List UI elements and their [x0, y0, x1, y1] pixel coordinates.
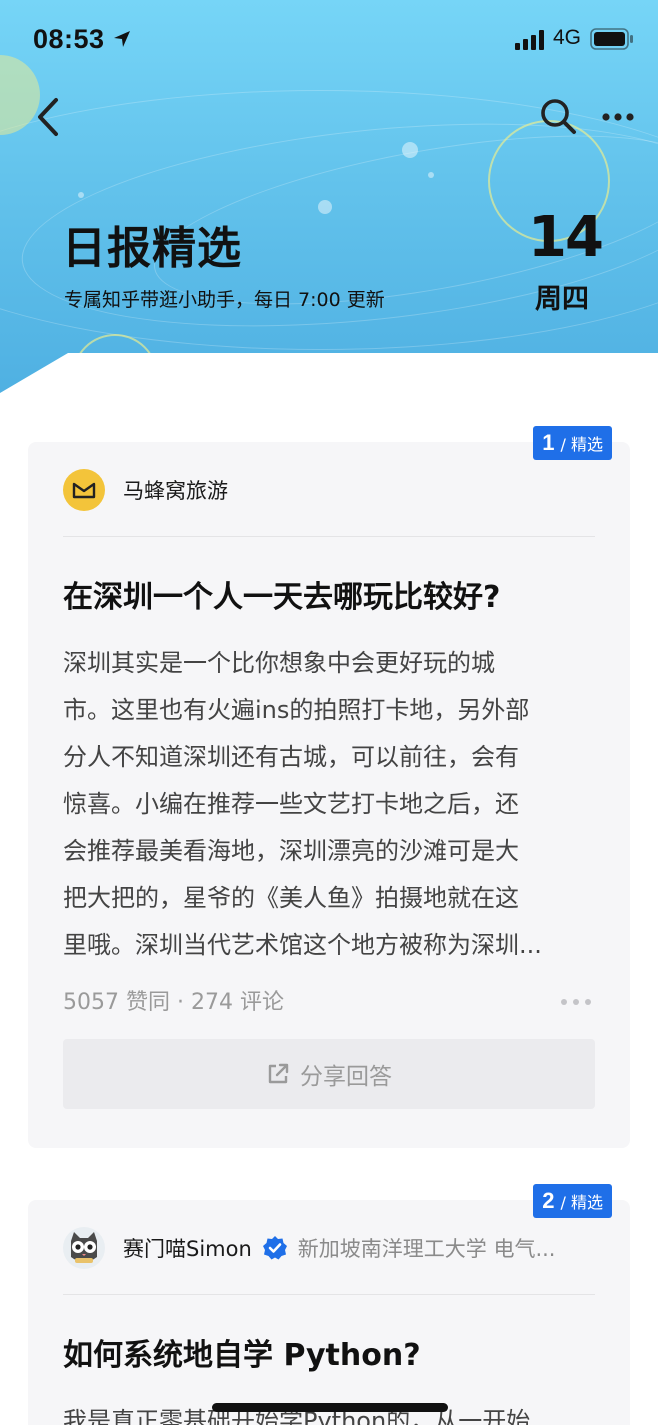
excerpt-line: 会推荐最美看海地，深圳漂亮的沙滩可是大: [63, 837, 519, 865]
share-answer-button[interactable]: 分享回答: [63, 1039, 595, 1109]
more-horizontal-icon[interactable]: [598, 104, 638, 130]
share-external-icon: [268, 1063, 289, 1084]
answer-card[interactable]: 1 / 精选 马蜂窝旅游 在深圳一个人一天去哪玩比较好? 深圳其实是一个比你想象…: [28, 426, 630, 1148]
status-time: 08:53: [33, 24, 105, 54]
signal-icon: [515, 30, 544, 50]
rank-label: / 精选: [560, 435, 603, 454]
question-title[interactable]: 在深圳一个人一天去哪玩比较好?: [63, 572, 500, 616]
excerpt-line: 市。这里也有火遍ins的拍照打卡地，另外部: [63, 696, 530, 724]
status-bar: 08:53 4G: [0, 22, 658, 62]
page-title: 日报精选: [62, 223, 242, 274]
author-description: 新加坡南洋理工大学 电气...: [297, 1237, 556, 1261]
verified-check-icon: [262, 1236, 287, 1260]
decor-dot: [402, 142, 418, 158]
excerpt-line: 惊喜。小编在推荐一些文艺打卡地之后，还: [63, 790, 519, 818]
question-title[interactable]: 如何系统地自学 Python?: [63, 1330, 421, 1374]
answer-stats: 5057 赞同 · 274 评论: [63, 990, 284, 1015]
cat-avatar-icon: [71, 1232, 97, 1263]
rank-number: 1: [542, 430, 555, 455]
author-row[interactable]: 马蜂窝旅游: [63, 468, 603, 512]
home-indicator: [212, 1403, 448, 1412]
answer-excerpt[interactable]: 深圳其实是一个比你想象中会更好玩的城 市。这里也有火遍ins的拍照打卡地，另外部…: [63, 640, 601, 969]
back-button[interactable]: [30, 94, 70, 140]
mafengwo-logo-icon: [72, 482, 96, 499]
divider: [63, 1294, 595, 1295]
date-day: 14: [528, 205, 604, 270]
battery-icon: [590, 28, 633, 50]
rank-label: / 精选: [560, 1193, 603, 1212]
share-answer-label: 分享回答: [300, 1064, 392, 1090]
network-label: 4G: [553, 26, 582, 49]
card-more-icon[interactable]: [560, 998, 592, 1006]
rank-badge: 2 / 精选: [533, 1184, 612, 1218]
excerpt-line: 分人不知道深圳还有古城，可以前往，会有: [63, 743, 519, 771]
page-subtitle: 专属知乎带逛小助手，每日 7:00 更新: [64, 289, 385, 311]
avatar[interactable]: [63, 1227, 105, 1269]
decor-dot: [318, 200, 332, 214]
rank-badge: 1 / 精选: [533, 426, 612, 460]
excerpt-line: 深圳其实是一个比你想象中会更好玩的城: [63, 649, 495, 677]
divider: [63, 536, 595, 537]
excerpt-line: 把大把的，星爷的《美人鱼》拍摄地就在这: [63, 884, 519, 912]
avatar[interactable]: [63, 469, 105, 511]
search-icon[interactable]: [538, 96, 578, 136]
answer-card[interactable]: 2 / 精选 赛门喵Simon 新加坡南洋理工大学 电气... 如何系统地自学 …: [28, 1184, 630, 1425]
location-arrow-icon: [114, 31, 130, 47]
author-name[interactable]: 赛门喵Simon: [123, 1233, 252, 1263]
author-row[interactable]: 赛门喵Simon 新加坡南洋理工大学 电气...: [63, 1226, 603, 1270]
excerpt-line: 里哦。深圳当代艺术馆这个地方被称为深圳...: [63, 931, 542, 959]
decor-dot: [428, 172, 434, 178]
decor-dot: [78, 192, 84, 198]
date-weekday: 周四: [535, 284, 589, 315]
header-cut: [0, 353, 658, 413]
rank-number: 2: [542, 1188, 555, 1213]
author-name[interactable]: 马蜂窝旅游: [123, 475, 228, 505]
